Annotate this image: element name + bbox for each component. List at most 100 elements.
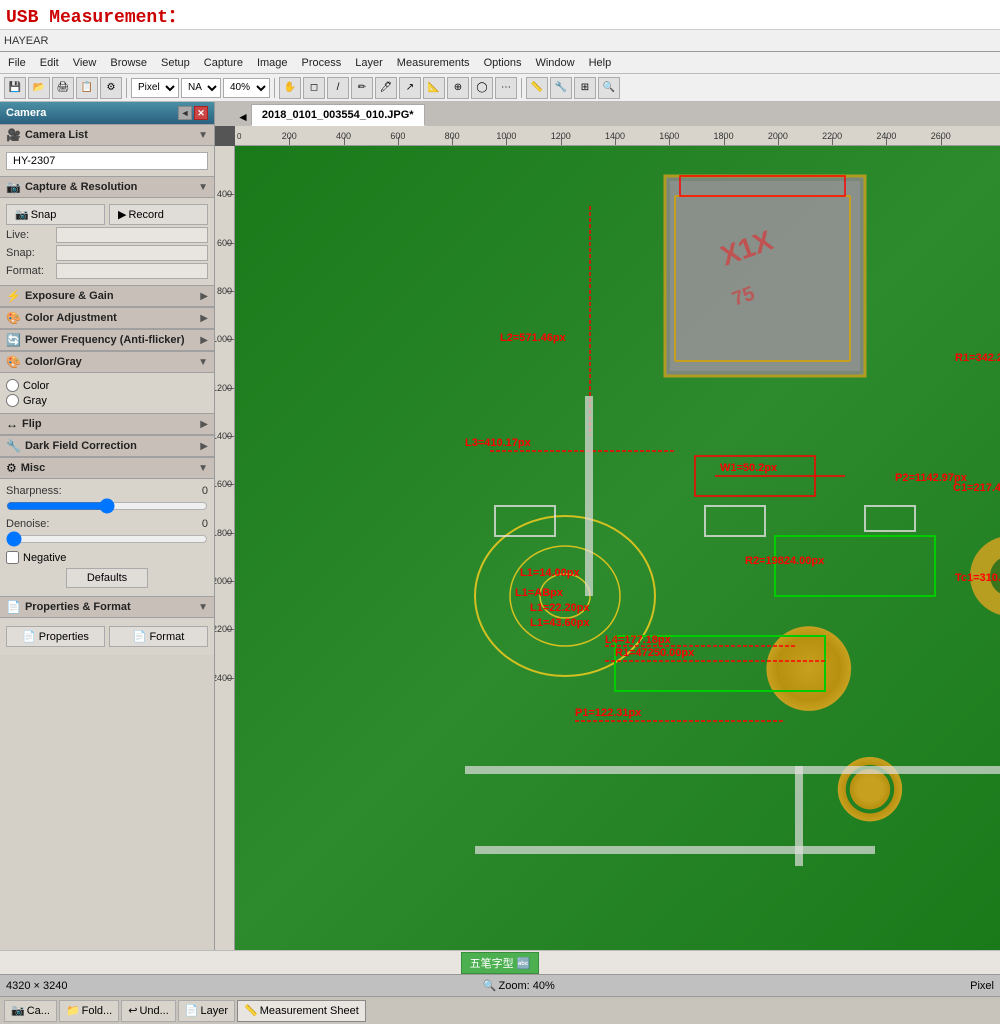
snap-button[interactable]: 📷 Snap	[6, 204, 105, 225]
ruler-label-left: 800	[217, 286, 232, 296]
clipboard-btn[interactable]: 📋	[76, 77, 98, 99]
camera-list-label: Camera List	[25, 129, 88, 141]
save-btn[interactable]: 💾	[4, 77, 26, 99]
taskbar-undo[interactable]: ↩ Und...	[121, 1000, 176, 1022]
ime-indicator[interactable]: 五笔字型 🔤	[461, 952, 540, 974]
add-tool[interactable]: ⊕	[447, 77, 469, 99]
record-button[interactable]: ▶ Record	[109, 204, 208, 225]
title-bar: USB Measurement：	[0, 0, 1000, 30]
menu-item-window[interactable]: Window	[529, 55, 580, 71]
more-tools[interactable]: ⋯	[495, 77, 517, 99]
ime-icon: 🔤	[517, 958, 531, 970]
left-panel: Camera ◄ ✕ 🎥 Camera List ▼ HY-2307 📷 Cap…	[0, 102, 215, 950]
menu-bar[interactable]: FileEditViewBrowseSetupCaptureImageProce…	[0, 52, 1000, 74]
grid-tool[interactable]: ⊞	[574, 77, 596, 99]
section-color-adjustment[interactable]: 🎨 Color Adjustment ▶	[0, 307, 214, 329]
zoom-tool[interactable]: 🔍	[598, 77, 620, 99]
dimensions-label: 4320 × 3240	[6, 980, 67, 992]
hand-tool[interactable]: ✋	[279, 77, 301, 99]
angle-tool[interactable]: 📐	[423, 77, 445, 99]
menu-item-browse[interactable]: Browse	[104, 55, 153, 71]
pen-tool[interactable]: ✏	[351, 77, 373, 99]
taskbar-folder[interactable]: 📁 Fold...	[59, 1000, 119, 1022]
print-btn[interactable]: 🖨	[52, 77, 74, 99]
section-flip[interactable]: ↔ Flip ▶	[0, 413, 214, 435]
menu-item-edit[interactable]: Edit	[34, 55, 65, 71]
menu-item-process[interactable]: Process	[296, 55, 348, 71]
menu-item-file[interactable]: File	[2, 55, 32, 71]
toolbar-separator	[126, 78, 127, 98]
section-capture[interactable]: 📷 Capture & Resolution ▼	[0, 176, 214, 198]
layer-taskbar-icon: 📄	[185, 1004, 199, 1017]
tab-nav-left[interactable]: ◄	[235, 108, 251, 126]
section-color-gray[interactable]: 🎨 Color/Gray ▼	[0, 351, 214, 373]
title-text: USB Measurement：	[6, 2, 186, 28]
taskbar-layer[interactable]: 📄 Layer	[178, 1000, 235, 1022]
menu-item-help[interactable]: Help	[583, 55, 618, 71]
panel-pin-button[interactable]: ◄	[178, 106, 192, 120]
rect-tool[interactable]: ◻	[303, 77, 325, 99]
panel-title: Camera	[6, 107, 46, 119]
section-camera-list[interactable]: 🎥 Camera List ▼	[0, 124, 214, 146]
panel-header: Camera ◄ ✕	[0, 102, 214, 124]
config-tool[interactable]: 🔧	[550, 77, 572, 99]
ruler-label-left: 1200	[215, 383, 232, 393]
color-radio[interactable]	[6, 379, 19, 392]
section-exposure[interactable]: ⚡ Exposure & Gain ▶	[0, 285, 214, 307]
snap-icon: 📷	[15, 208, 29, 221]
taskbar-measurement[interactable]: 📏 Measurement Sheet	[237, 1000, 366, 1022]
line-tool[interactable]: /	[327, 77, 349, 99]
ruler-label-top: 1000	[496, 131, 516, 141]
pixel-select[interactable]: Pixel	[131, 78, 179, 98]
section-misc[interactable]: ⚙ Misc ▼	[0, 457, 214, 479]
menu-item-view[interactable]: View	[67, 55, 103, 71]
ruler-label-left: 2200	[215, 624, 232, 634]
gray-radio[interactable]	[6, 394, 19, 407]
menu-item-setup[interactable]: Setup	[155, 55, 196, 71]
format-button[interactable]: 📄 Format	[109, 626, 208, 647]
panel-close-button[interactable]: ✕	[194, 106, 208, 120]
zoom-select[interactable]: 40%	[223, 78, 270, 98]
app-bar: HAYEAR	[0, 30, 1000, 52]
menu-item-measurements[interactable]: Measurements	[391, 55, 476, 71]
camera-taskbar-icon: 📷	[11, 1004, 25, 1017]
toolbar[interactable]: 💾📂🖨📋⚙ PixelNA40% ✋◻/✏🖊↗📐⊕◯⋯ 📏🔧⊞🔍	[0, 74, 1000, 102]
pcb-background	[235, 146, 1000, 950]
camera-item[interactable]: HY-2307	[6, 152, 208, 170]
image-tab[interactable]: 2018_0101_003554_010.JPG*	[251, 104, 425, 126]
taskbar: 📷 Ca... 📁 Fold... ↩ Und... 📄 Layer 📏 Mea…	[0, 996, 1000, 1024]
measure-tool[interactable]: 📏	[526, 77, 548, 99]
section-properties[interactable]: 📄 Properties & Format ▼	[0, 596, 214, 618]
menu-item-layer[interactable]: Layer	[349, 55, 389, 71]
section-power-freq[interactable]: 🔄 Power Frequency (Anti-flicker) ▶	[0, 329, 214, 351]
format-control[interactable]	[56, 263, 208, 279]
live-control[interactable]	[56, 227, 208, 243]
negative-checkbox[interactable]	[6, 551, 19, 564]
ruler-label-top: 1400	[605, 131, 625, 141]
image-canvas[interactable]: X1X 75	[235, 146, 1000, 950]
toolbar-separator	[521, 78, 522, 98]
folder-taskbar-icon: 📁	[66, 1004, 80, 1017]
canvas-area[interactable]: 0 20040060080010001200140016001800200022…	[215, 126, 1000, 950]
ruler-label-top: 2600	[931, 131, 951, 141]
snap-control[interactable]	[56, 245, 208, 261]
menu-item-capture[interactable]: Capture	[198, 55, 249, 71]
settings-btn[interactable]: ⚙	[100, 77, 122, 99]
ruler-label-left: 1600	[215, 479, 232, 489]
menu-item-image[interactable]: Image	[251, 55, 294, 71]
open-btn[interactable]: 📂	[28, 77, 50, 99]
arrow-tool[interactable]: ↗	[399, 77, 421, 99]
menu-item-options[interactable]: Options	[478, 55, 528, 71]
defaults-button[interactable]: Defaults	[66, 568, 148, 588]
draw-tool[interactable]: 🖊	[375, 77, 397, 99]
sharpness-slider[interactable]	[6, 499, 208, 513]
denoise-slider[interactable]	[6, 532, 208, 546]
denoise-value: 0	[202, 518, 208, 530]
section-dark-field[interactable]: 🔧 Dark Field Correction ▶	[0, 435, 214, 457]
na-select[interactable]: NA	[181, 78, 221, 98]
taskbar-camera[interactable]: 📷 Ca...	[4, 1000, 57, 1022]
properties-button[interactable]: 📄 Properties	[6, 626, 105, 647]
circle-tool[interactable]: ◯	[471, 77, 493, 99]
ruler-label-left: 1000	[215, 334, 232, 344]
ruler-label-left: 2000	[215, 576, 232, 586]
